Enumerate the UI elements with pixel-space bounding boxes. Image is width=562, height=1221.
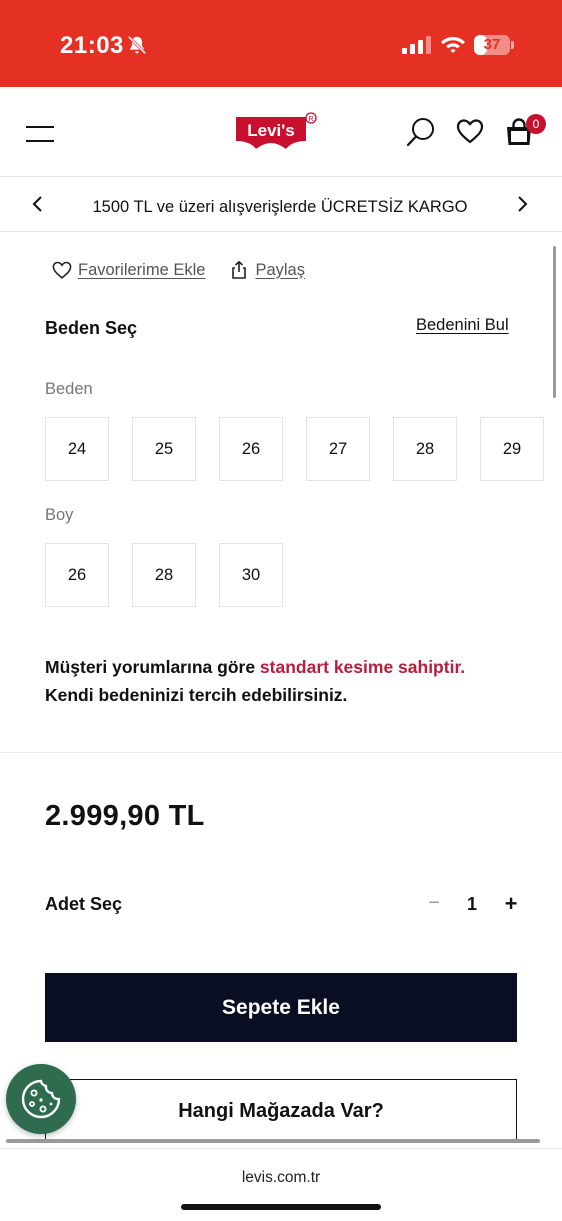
size-option[interactable]: 26 bbox=[219, 417, 283, 481]
vertical-scrollbar[interactable] bbox=[553, 246, 556, 398]
size-option[interactable]: 29 bbox=[480, 417, 544, 481]
fit-recommendation: Müşteri yorumlarına göre standart kesime… bbox=[45, 653, 525, 709]
site-header: Levi's R 0 bbox=[0, 87, 562, 177]
brand-wordmark: Levi's bbox=[247, 121, 295, 140]
horizontal-scrollbar[interactable] bbox=[6, 1139, 540, 1143]
fit-note-suffix: Kendi bedeninizi tercih edebilirsiniz. bbox=[45, 685, 348, 705]
waist-options: 24 25 26 27 28 29 bbox=[45, 417, 562, 481]
promo-banner: 1500 TL ve üzeri alışverişlerde ÜCRETSİZ… bbox=[0, 178, 562, 232]
share-icon bbox=[232, 260, 247, 279]
size-guide-link[interactable]: Bedenini Bul bbox=[416, 316, 509, 335]
wifi-icon bbox=[441, 37, 465, 53]
quantity-value: 1 bbox=[466, 894, 477, 914]
battery-cap bbox=[511, 41, 514, 49]
section-divider bbox=[0, 752, 562, 753]
fit-note-prefix: Müşteri yorumlarına göre bbox=[45, 657, 260, 677]
bell-muted-icon bbox=[127, 35, 147, 55]
product-detail: Favorilerime Ekle Paylaş Beden Seç Beden… bbox=[0, 232, 562, 1143]
add-to-cart-button[interactable]: Sepete Ekle bbox=[45, 973, 517, 1042]
length-option[interactable]: 28 bbox=[132, 543, 196, 607]
status-bar: 21:03 37 bbox=[0, 0, 562, 87]
menu-icon[interactable] bbox=[26, 123, 54, 143]
waist-label: Beden bbox=[45, 380, 93, 398]
promo-text: 1500 TL ve üzeri alışverişlerde ÜCRETSİZ… bbox=[92, 198, 468, 216]
cookie-settings-button[interactable] bbox=[6, 1064, 76, 1134]
length-options: 26 28 30 bbox=[45, 543, 306, 607]
product-actions: Favorilerime Ekle Paylaş bbox=[52, 258, 305, 282]
battery-percent: 37 bbox=[483, 36, 501, 53]
length-label: Boy bbox=[45, 506, 74, 524]
search-icon[interactable] bbox=[406, 117, 436, 147]
favorites-heart-icon[interactable] bbox=[456, 118, 484, 144]
quantity-label: Adet Seç bbox=[45, 894, 123, 914]
size-option[interactable]: 24 bbox=[45, 417, 109, 481]
cellular-signal-icon bbox=[402, 36, 431, 54]
add-to-favorites-label: Favorilerime Ekle bbox=[78, 260, 206, 279]
length-option[interactable]: 30 bbox=[219, 543, 283, 607]
length-option[interactable]: 26 bbox=[45, 543, 109, 607]
size-option[interactable]: 25 bbox=[132, 417, 196, 481]
find-in-store-button[interactable]: Hangi Mağazada Var? bbox=[45, 1079, 517, 1143]
share-label: Paylaş bbox=[255, 260, 305, 279]
size-section-title: Beden Seç bbox=[45, 318, 138, 338]
add-to-favorites-link[interactable]: Favorilerime Ekle bbox=[52, 260, 205, 280]
chevron-right-icon[interactable] bbox=[512, 194, 532, 214]
quantity-decrease-button[interactable]: − bbox=[424, 892, 444, 915]
share-link[interactable]: Paylaş bbox=[229, 260, 305, 280]
status-time: 21:03 bbox=[60, 32, 124, 59]
quantity-increase-button[interactable]: + bbox=[501, 891, 521, 917]
product-price: 2.999,90 TL bbox=[45, 800, 205, 832]
battery-indicator: 37 bbox=[474, 35, 514, 55]
cookie-icon bbox=[21, 1079, 61, 1119]
cart-count-badge: 0 bbox=[526, 114, 546, 134]
levis-logo[interactable]: Levi's R bbox=[232, 111, 318, 153]
svg-text:R: R bbox=[308, 116, 313, 123]
size-option[interactable]: 27 bbox=[306, 417, 370, 481]
fit-note-highlight: standart kesime sahiptir. bbox=[259, 657, 466, 677]
home-indicator[interactable] bbox=[181, 1204, 381, 1210]
url-text[interactable]: levis.com.tr bbox=[0, 1169, 562, 1187]
page: 21:03 37 Levi's R 0 1500 TL ve üzeri alı… bbox=[0, 0, 562, 1221]
size-option[interactable]: 28 bbox=[393, 417, 457, 481]
chevron-left-icon[interactable] bbox=[28, 194, 48, 214]
heart-outline-icon bbox=[52, 261, 72, 279]
browser-address-bar[interactable]: levis.com.tr bbox=[0, 1148, 562, 1221]
